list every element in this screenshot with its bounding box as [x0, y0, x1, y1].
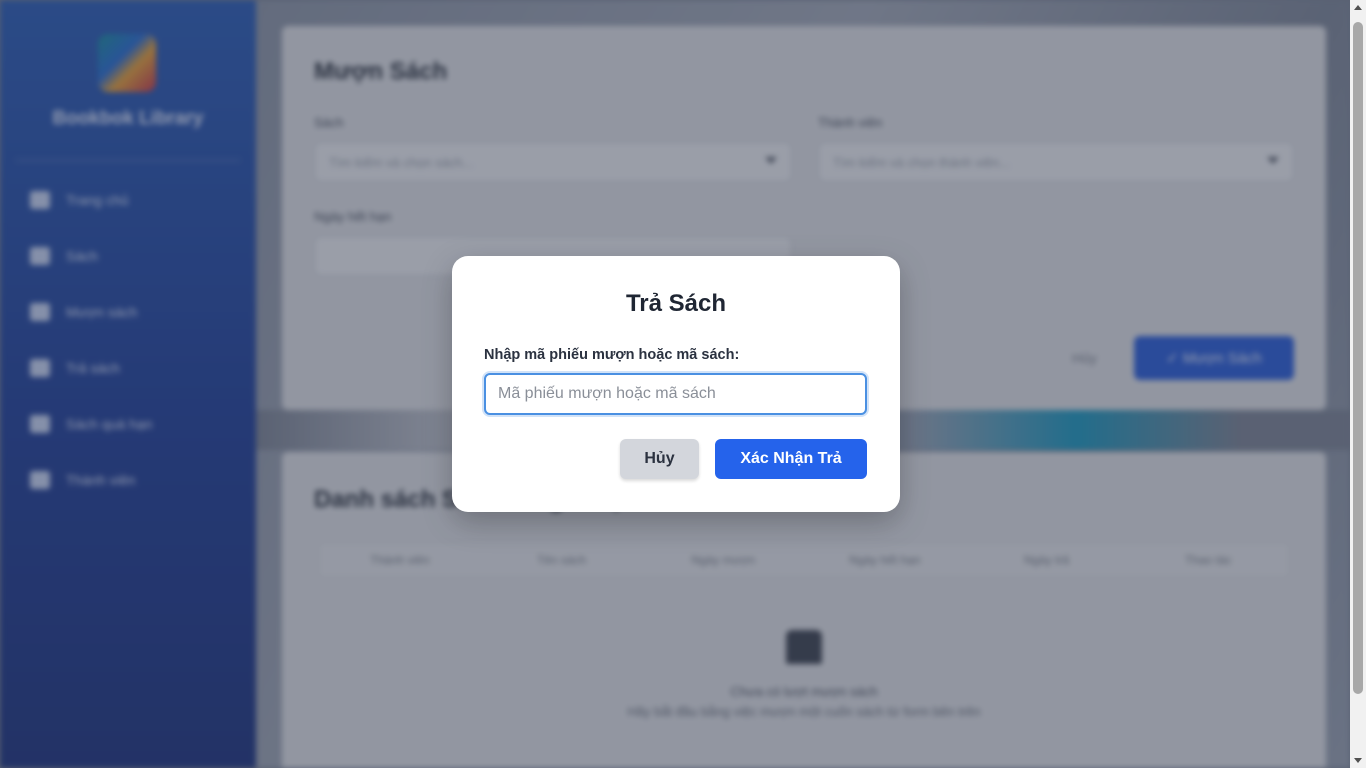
- page-scrollbar[interactable]: [1350, 0, 1366, 768]
- return-code-label: Nhập mã phiếu mượn hoặc mã sách:: [484, 347, 740, 363]
- scrollbar-thumb[interactable]: [1353, 22, 1363, 694]
- return-book-modal: Trả Sách Nhập mã phiếu mượn hoặc mã sách…: [452, 256, 900, 512]
- modal-title: Trả Sách: [625, 290, 727, 317]
- return-code-input[interactable]: [484, 373, 867, 415]
- scroll-up-icon[interactable]: [1354, 5, 1362, 10]
- confirm-return-button[interactable]: Xác Nhận Trả: [715, 439, 867, 479]
- cancel-button[interactable]: Hủy: [620, 439, 699, 479]
- scroll-down-icon[interactable]: [1354, 758, 1362, 763]
